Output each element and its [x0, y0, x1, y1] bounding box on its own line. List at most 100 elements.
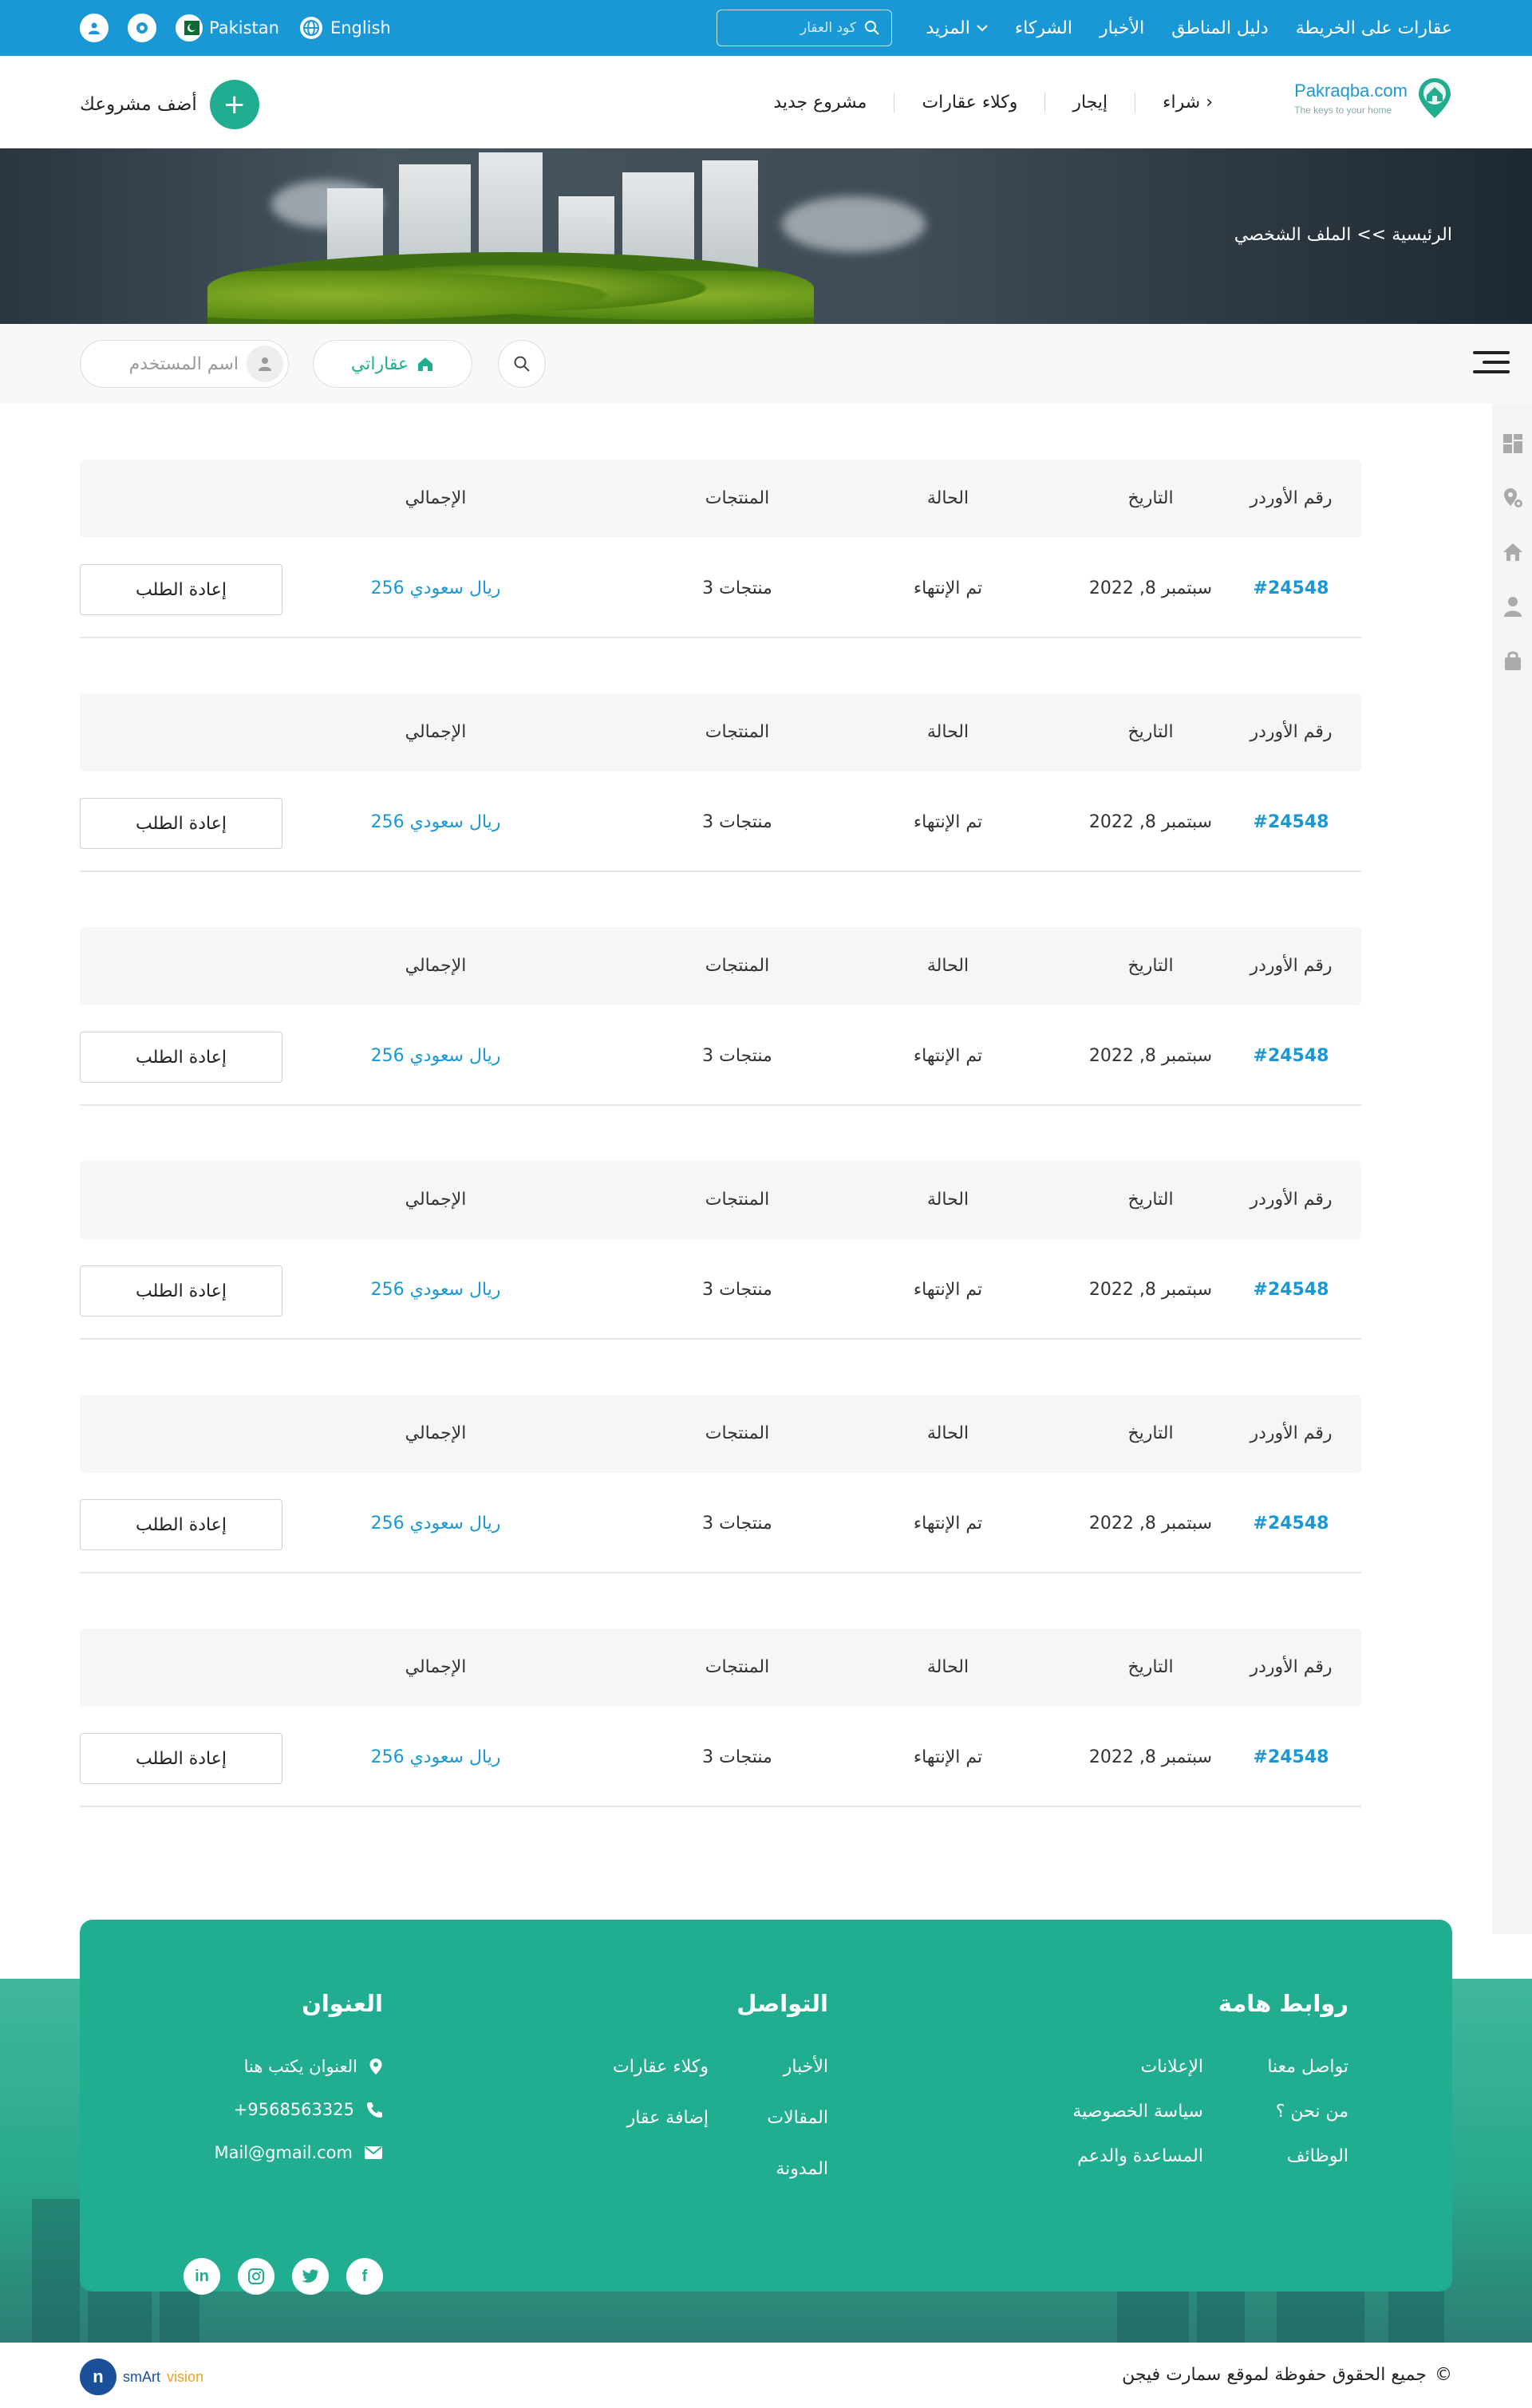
order-header: رقم الأوردر التاريخ الحالة المنتجات الإجمالي — [80, 1628, 1361, 1707]
instagram-icon[interactable] — [238, 2258, 274, 2295]
footer-link-about[interactable]: من نحن ؟ — [1276, 2102, 1348, 2122]
footer: روابط هامة تواصل معنا من نحن ؟ الوظائف ا… — [80, 1920, 1452, 2295]
order-header-status: الحالة — [926, 488, 969, 508]
top-nav-news[interactable]: الأخبار — [1100, 18, 1144, 38]
order-order-no[interactable]: #24548 — [1254, 578, 1329, 598]
footer-link-blog[interactable]: المدونة — [776, 2159, 828, 2179]
logo-tagline: The keys to your home — [1294, 105, 1392, 116]
order-header-order-no: رقم الأوردر — [1250, 1190, 1333, 1210]
order-date: سبتمبر 8, 2022 — [1088, 1046, 1213, 1066]
brand-smart: smArt — [123, 2368, 160, 2385]
copyright: جميع الحقوق حفوظة لموقع سمارت فيجن © — [1122, 2365, 1452, 2385]
top-nav-map[interactable]: عقارات على الخريطة — [1296, 18, 1452, 38]
footer-link-agents[interactable]: وكلاء عقارات — [613, 2057, 709, 2077]
settings-button[interactable] — [128, 14, 156, 42]
order-order-no[interactable]: #24548 — [1254, 1514, 1329, 1534]
site-logo[interactable]: Pakraqba.com The keys to your home — [1294, 77, 1452, 120]
order-total: 256 ريال سعودي — [370, 1280, 501, 1300]
order-header-order-no: رقم الأوردر — [1250, 488, 1333, 508]
order-total: 256 ريال سعودي — [370, 1514, 501, 1534]
order-header: رقم الأوردر التاريخ الحالة المنتجات الإجمالي — [80, 460, 1361, 538]
footer-link-contact[interactable]: تواصل معنا — [1267, 2057, 1348, 2077]
property-code-placeholder: كود العقار — [800, 20, 856, 36]
shopping-bag-icon[interactable] — [1502, 649, 1524, 672]
order-header-date: التاريخ — [1127, 1190, 1174, 1210]
order-header-products: المنتجات — [705, 1657, 770, 1677]
reorder-button[interactable]: إعادة الطلب — [80, 798, 282, 849]
nav-buy[interactable]: شراء › — [1135, 92, 1213, 113]
country-selector[interactable]: Pakistan — [176, 14, 279, 41]
home-icon[interactable] — [1502, 541, 1524, 563]
footer-link-help[interactable]: المساعدة والدعم — [1077, 2146, 1203, 2166]
nav-new-project[interactable]: مشروع جديد — [746, 93, 894, 113]
order-header-products: المنتجات — [705, 1190, 770, 1210]
reorder-button[interactable]: إعادة الطلب — [80, 1733, 282, 1784]
top-bar: عقارات على الخريطة دليل المناطق الأخبار … — [0, 0, 1532, 56]
order-header-products: المنتجات — [705, 488, 770, 508]
order-products: 3 منتجات — [702, 1046, 772, 1066]
order-header-date: التاريخ — [1127, 956, 1174, 976]
order-header-products: المنتجات — [705, 722, 770, 742]
footer-link-privacy[interactable]: سياسة الخصوصية — [1072, 2102, 1203, 2122]
menu-icon[interactable] — [1473, 351, 1510, 380]
footer-link-news[interactable]: الأخبار — [784, 2057, 828, 2077]
order-card: رقم الأوردر التاريخ الحالة المنتجات الإجمالي… — [80, 927, 1361, 1106]
pakistan-flag-icon — [176, 14, 203, 41]
order-order-no[interactable]: #24548 — [1254, 1747, 1329, 1767]
footer-phone[interactable]: +9568563325 — [234, 2100, 383, 2119]
nav-rent[interactable]: إيجار — [1044, 92, 1135, 113]
reorder-button[interactable]: إعادة الطلب — [80, 1499, 282, 1550]
email-text: Mail@gmail.com — [214, 2143, 353, 2162]
mail-icon — [365, 2146, 382, 2159]
top-nav-partners[interactable]: الشركاء — [1015, 18, 1072, 38]
reorder-button[interactable]: إعادة الطلب — [80, 1265, 282, 1317]
order-products: 3 منتجات — [702, 1280, 772, 1300]
order-card: رقم الأوردر التاريخ الحالة المنتجات الإجمالي… — [80, 1628, 1361, 1807]
search-button[interactable] — [498, 340, 546, 388]
language-label: English — [330, 18, 391, 38]
globe-icon — [299, 17, 322, 39]
footer-link-add-property[interactable]: إضافة عقار — [627, 2108, 709, 2128]
dashboard-icon[interactable] — [1502, 432, 1524, 455]
order-status: تم الإنتهاء — [913, 1747, 983, 1767]
order-order-no[interactable]: #24548 — [1254, 812, 1329, 832]
smart-vision-logo[interactable]: n smArt vision — [80, 2359, 203, 2395]
order-order-no[interactable]: #24548 — [1254, 1280, 1329, 1300]
reorder-button[interactable]: إعادة الطلب — [80, 1032, 282, 1083]
add-project-button[interactable]: أضف مشروعك + — [80, 80, 259, 129]
property-code-search[interactable]: كود العقار — [717, 10, 892, 46]
order-header-date: التاريخ — [1127, 1423, 1174, 1443]
footer-link-ads[interactable]: الإعلانات — [1141, 2057, 1203, 2077]
user-icon[interactable] — [1502, 595, 1524, 618]
twitter-icon[interactable] — [292, 2258, 329, 2295]
order-order-no[interactable]: #24548 — [1254, 1046, 1329, 1066]
footer-link-articles[interactable]: المقالات — [767, 2108, 828, 2128]
copyright-text: جميع الحقوق حفوظة لموقع سمارت فيجن — [1122, 2365, 1427, 2385]
facebook-icon[interactable]: f — [346, 2258, 383, 2295]
footer-link-jobs[interactable]: الوظائف — [1287, 2146, 1348, 2166]
reorder-button[interactable]: إعادة الطلب — [80, 564, 282, 615]
order-card: رقم الأوردر التاريخ الحالة المنتجات الإجمالي… — [80, 1161, 1361, 1340]
username-field[interactable]: اسم المستخدم — [80, 340, 289, 388]
footer-links-title: روابط هامة — [1218, 1990, 1348, 2017]
nav-agents[interactable]: وكلاء عقارات — [894, 92, 1044, 113]
social-links: in f — [184, 2258, 383, 2295]
user-button[interactable] — [80, 14, 109, 42]
side-menu — [1492, 404, 1532, 1934]
top-nav-more[interactable]: المزيد — [926, 18, 988, 38]
my-properties-button[interactable]: عقاراتي — [313, 340, 472, 388]
order-header-order-no: رقم الأوردر — [1250, 1423, 1333, 1443]
order-status: تم الإنتهاء — [913, 1280, 983, 1300]
linkedin-icon[interactable]: in — [184, 2258, 220, 2295]
order-header-order-no: رقم الأوردر — [1250, 956, 1333, 976]
order-status: تم الإنتهاء — [913, 1514, 983, 1534]
language-selector[interactable]: English — [298, 15, 391, 41]
top-nav-areas[interactable]: دليل المناطق — [1171, 18, 1269, 38]
footer-email[interactable]: Mail@gmail.com — [214, 2143, 383, 2162]
chevron-down-icon — [977, 25, 988, 32]
breadcrumb: الرئيسية >> الملف الشخصي — [1234, 225, 1452, 245]
footer-contact-title: التواصل — [736, 1990, 828, 2017]
location-settings-icon[interactable] — [1502, 487, 1524, 509]
order-header: رقم الأوردر التاريخ الحالة المنتجات الإجمالي — [80, 1395, 1361, 1473]
order-date: سبتمبر 8, 2022 — [1088, 578, 1213, 598]
